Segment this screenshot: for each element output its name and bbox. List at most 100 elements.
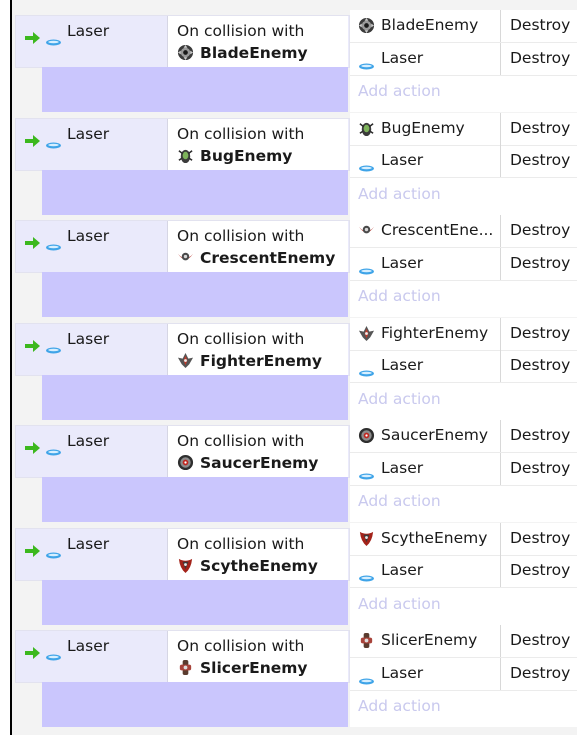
laser-icon xyxy=(45,442,62,456)
action-row[interactable]: CrescentEne... Destroy xyxy=(350,215,577,248)
event-block[interactable]: Laser On collision with SlicerEnemy SlicerE… xyxy=(12,625,577,727)
add-action-link[interactable]: Add action xyxy=(358,287,441,305)
action-object[interactable]: Laser xyxy=(350,555,501,587)
action-row[interactable]: Laser Destroy xyxy=(350,42,577,76)
action-name[interactable]: Destroy xyxy=(510,254,570,272)
event-trigger-row[interactable]: Laser On collision with SlicerEnemy xyxy=(15,630,350,683)
condition[interactable]: On collision with SaucerEnemy xyxy=(167,426,348,477)
slicer-enemy-icon xyxy=(177,659,194,676)
action-object-name: FighterEnemy xyxy=(381,323,489,342)
add-action-link[interactable]: Add action xyxy=(358,595,441,613)
sub-event-area[interactable] xyxy=(42,374,348,420)
event-block[interactable]: Laser On collision with BugEnemy BugEnemy De… xyxy=(12,112,577,215)
action-name[interactable]: Destroy xyxy=(510,426,570,444)
action-row[interactable]: ScytheEnemy Destroy xyxy=(350,522,577,556)
action-row[interactable]: FighterEnemy Destroy xyxy=(350,317,577,351)
add-action-link[interactable]: Add action xyxy=(358,82,441,100)
action-row[interactable]: Laser Destroy xyxy=(350,247,577,281)
event-block[interactable]: Laser On collision with BladeEnemy BladeEne… xyxy=(12,10,577,112)
condition[interactable]: On collision with BugEnemy xyxy=(167,118,348,170)
action-object[interactable]: SlicerEnemy xyxy=(350,625,501,657)
laser-icon xyxy=(45,340,62,353)
action-name[interactable]: Destroy xyxy=(510,16,570,34)
trigger-object-name: Laser xyxy=(67,329,110,348)
event-trigger-row[interactable]: Laser On collision with SaucerEnemy xyxy=(15,425,350,478)
action-name[interactable]: Destroy xyxy=(510,356,570,374)
action-object[interactable]: BugEnemy xyxy=(350,112,501,145)
action-object[interactable]: BladeEnemy xyxy=(350,10,501,42)
condition-object-name: ScytheEnemy xyxy=(200,556,318,575)
add-action-link[interactable]: Add action xyxy=(358,390,441,408)
trigger-object-name: Laser xyxy=(67,124,110,143)
event-trigger-row[interactable]: Laser On collision with CrescentEnemy xyxy=(15,220,350,273)
action-row[interactable]: SlicerEnemy Destroy xyxy=(350,625,577,658)
sub-event-area[interactable] xyxy=(42,67,348,112)
event-block[interactable]: Laser On collision with FighterEnemy Fighte… xyxy=(12,317,577,420)
condition[interactable]: On collision with FighterEnemy xyxy=(167,323,348,375)
trigger-object-name: Laser xyxy=(67,22,110,40)
action-object[interactable]: FighterEnemy xyxy=(350,317,501,350)
sub-event-area[interactable] xyxy=(42,579,348,625)
action-row[interactable]: Laser Destroy xyxy=(350,452,577,486)
action-object-name: SaucerEnemy xyxy=(381,426,489,444)
bug-enemy-icon xyxy=(177,147,194,164)
event-trigger-row[interactable]: Laser On collision with FighterEnemy xyxy=(15,322,350,376)
action-name[interactable]: Destroy xyxy=(510,459,570,477)
action-object-name: CrescentEne... xyxy=(381,221,494,239)
condition-text: On collision with xyxy=(177,329,305,348)
sub-event-area[interactable] xyxy=(42,272,348,317)
sub-event-area[interactable] xyxy=(42,682,348,727)
action-name[interactable]: Destroy xyxy=(510,151,570,169)
actions-column: ScytheEnemy Destroy Laser Destroy Add action xyxy=(350,522,577,625)
event-trigger-row[interactable]: Laser On collision with BugEnemy xyxy=(15,117,350,171)
event-trigger-row[interactable]: Laser On collision with ScytheEnemy xyxy=(15,527,350,581)
action-name[interactable]: Destroy xyxy=(510,631,570,649)
action-object[interactable]: Laser xyxy=(350,657,501,690)
event-trigger-row[interactable]: Laser On collision with BladeEnemy xyxy=(15,15,350,68)
action-row[interactable]: SaucerEnemy Destroy xyxy=(350,420,577,453)
action-name[interactable]: Destroy xyxy=(510,664,570,682)
action-row[interactable]: Laser Destroy xyxy=(350,145,577,178)
action-object[interactable]: Laser xyxy=(350,350,501,382)
condition[interactable]: On collision with CrescentEnemy xyxy=(167,221,348,272)
action-object-name: Laser xyxy=(381,48,424,67)
condition-text: On collision with xyxy=(177,227,305,245)
actions-column: SlicerEnemy Destroy Laser Destroy Add action xyxy=(350,625,577,727)
action-row[interactable]: BugEnemy Destroy xyxy=(350,112,577,146)
sub-event-area[interactable] xyxy=(42,169,348,215)
blade-enemy-icon xyxy=(358,17,375,34)
condition-text: On collision with xyxy=(177,124,305,143)
action-object[interactable]: ScytheEnemy xyxy=(350,522,501,555)
event-block[interactable]: Laser On collision with ScytheEnemy ScytheE… xyxy=(12,522,577,625)
add-action-link[interactable]: Add action xyxy=(358,492,441,510)
add-action-link[interactable]: Add action xyxy=(358,697,441,715)
action-name[interactable]: Destroy xyxy=(510,324,570,342)
condition[interactable]: On collision with ScytheEnemy xyxy=(167,528,348,580)
action-object[interactable]: Laser xyxy=(350,145,501,177)
condition-object-name: CrescentEnemy xyxy=(200,249,336,267)
condition-object-name: BladeEnemy xyxy=(200,44,308,62)
event-block[interactable]: Laser On collision with CrescentEnemy Cresc… xyxy=(12,215,577,317)
action-row[interactable]: Laser Destroy xyxy=(350,555,577,588)
event-block[interactable]: Laser On collision with SaucerEnemy SaucerE… xyxy=(12,420,577,522)
action-object[interactable]: SaucerEnemy xyxy=(350,420,501,452)
action-object[interactable]: Laser xyxy=(350,247,501,280)
add-action-link[interactable]: Add action xyxy=(358,185,441,203)
action-name[interactable]: Destroy xyxy=(510,119,570,137)
action-name[interactable]: Destroy xyxy=(510,529,570,547)
condition[interactable]: On collision with BladeEnemy xyxy=(167,16,348,67)
action-object[interactable]: CrescentEne... xyxy=(350,215,501,247)
laser-icon xyxy=(358,363,375,377)
action-object[interactable]: Laser xyxy=(350,452,501,485)
action-row[interactable]: Laser Destroy xyxy=(350,657,577,691)
laser-icon xyxy=(358,466,375,479)
condition[interactable]: On collision with SlicerEnemy xyxy=(167,631,348,682)
action-name[interactable]: Destroy xyxy=(510,49,570,67)
action-object-name: Laser xyxy=(381,458,424,477)
action-name[interactable]: Destroy xyxy=(510,561,570,579)
action-name[interactable]: Destroy xyxy=(510,221,570,239)
sub-event-area[interactable] xyxy=(42,477,348,522)
action-object[interactable]: Laser xyxy=(350,42,501,75)
action-row[interactable]: BladeEnemy Destroy xyxy=(350,10,577,43)
action-row[interactable]: Laser Destroy xyxy=(350,350,577,383)
